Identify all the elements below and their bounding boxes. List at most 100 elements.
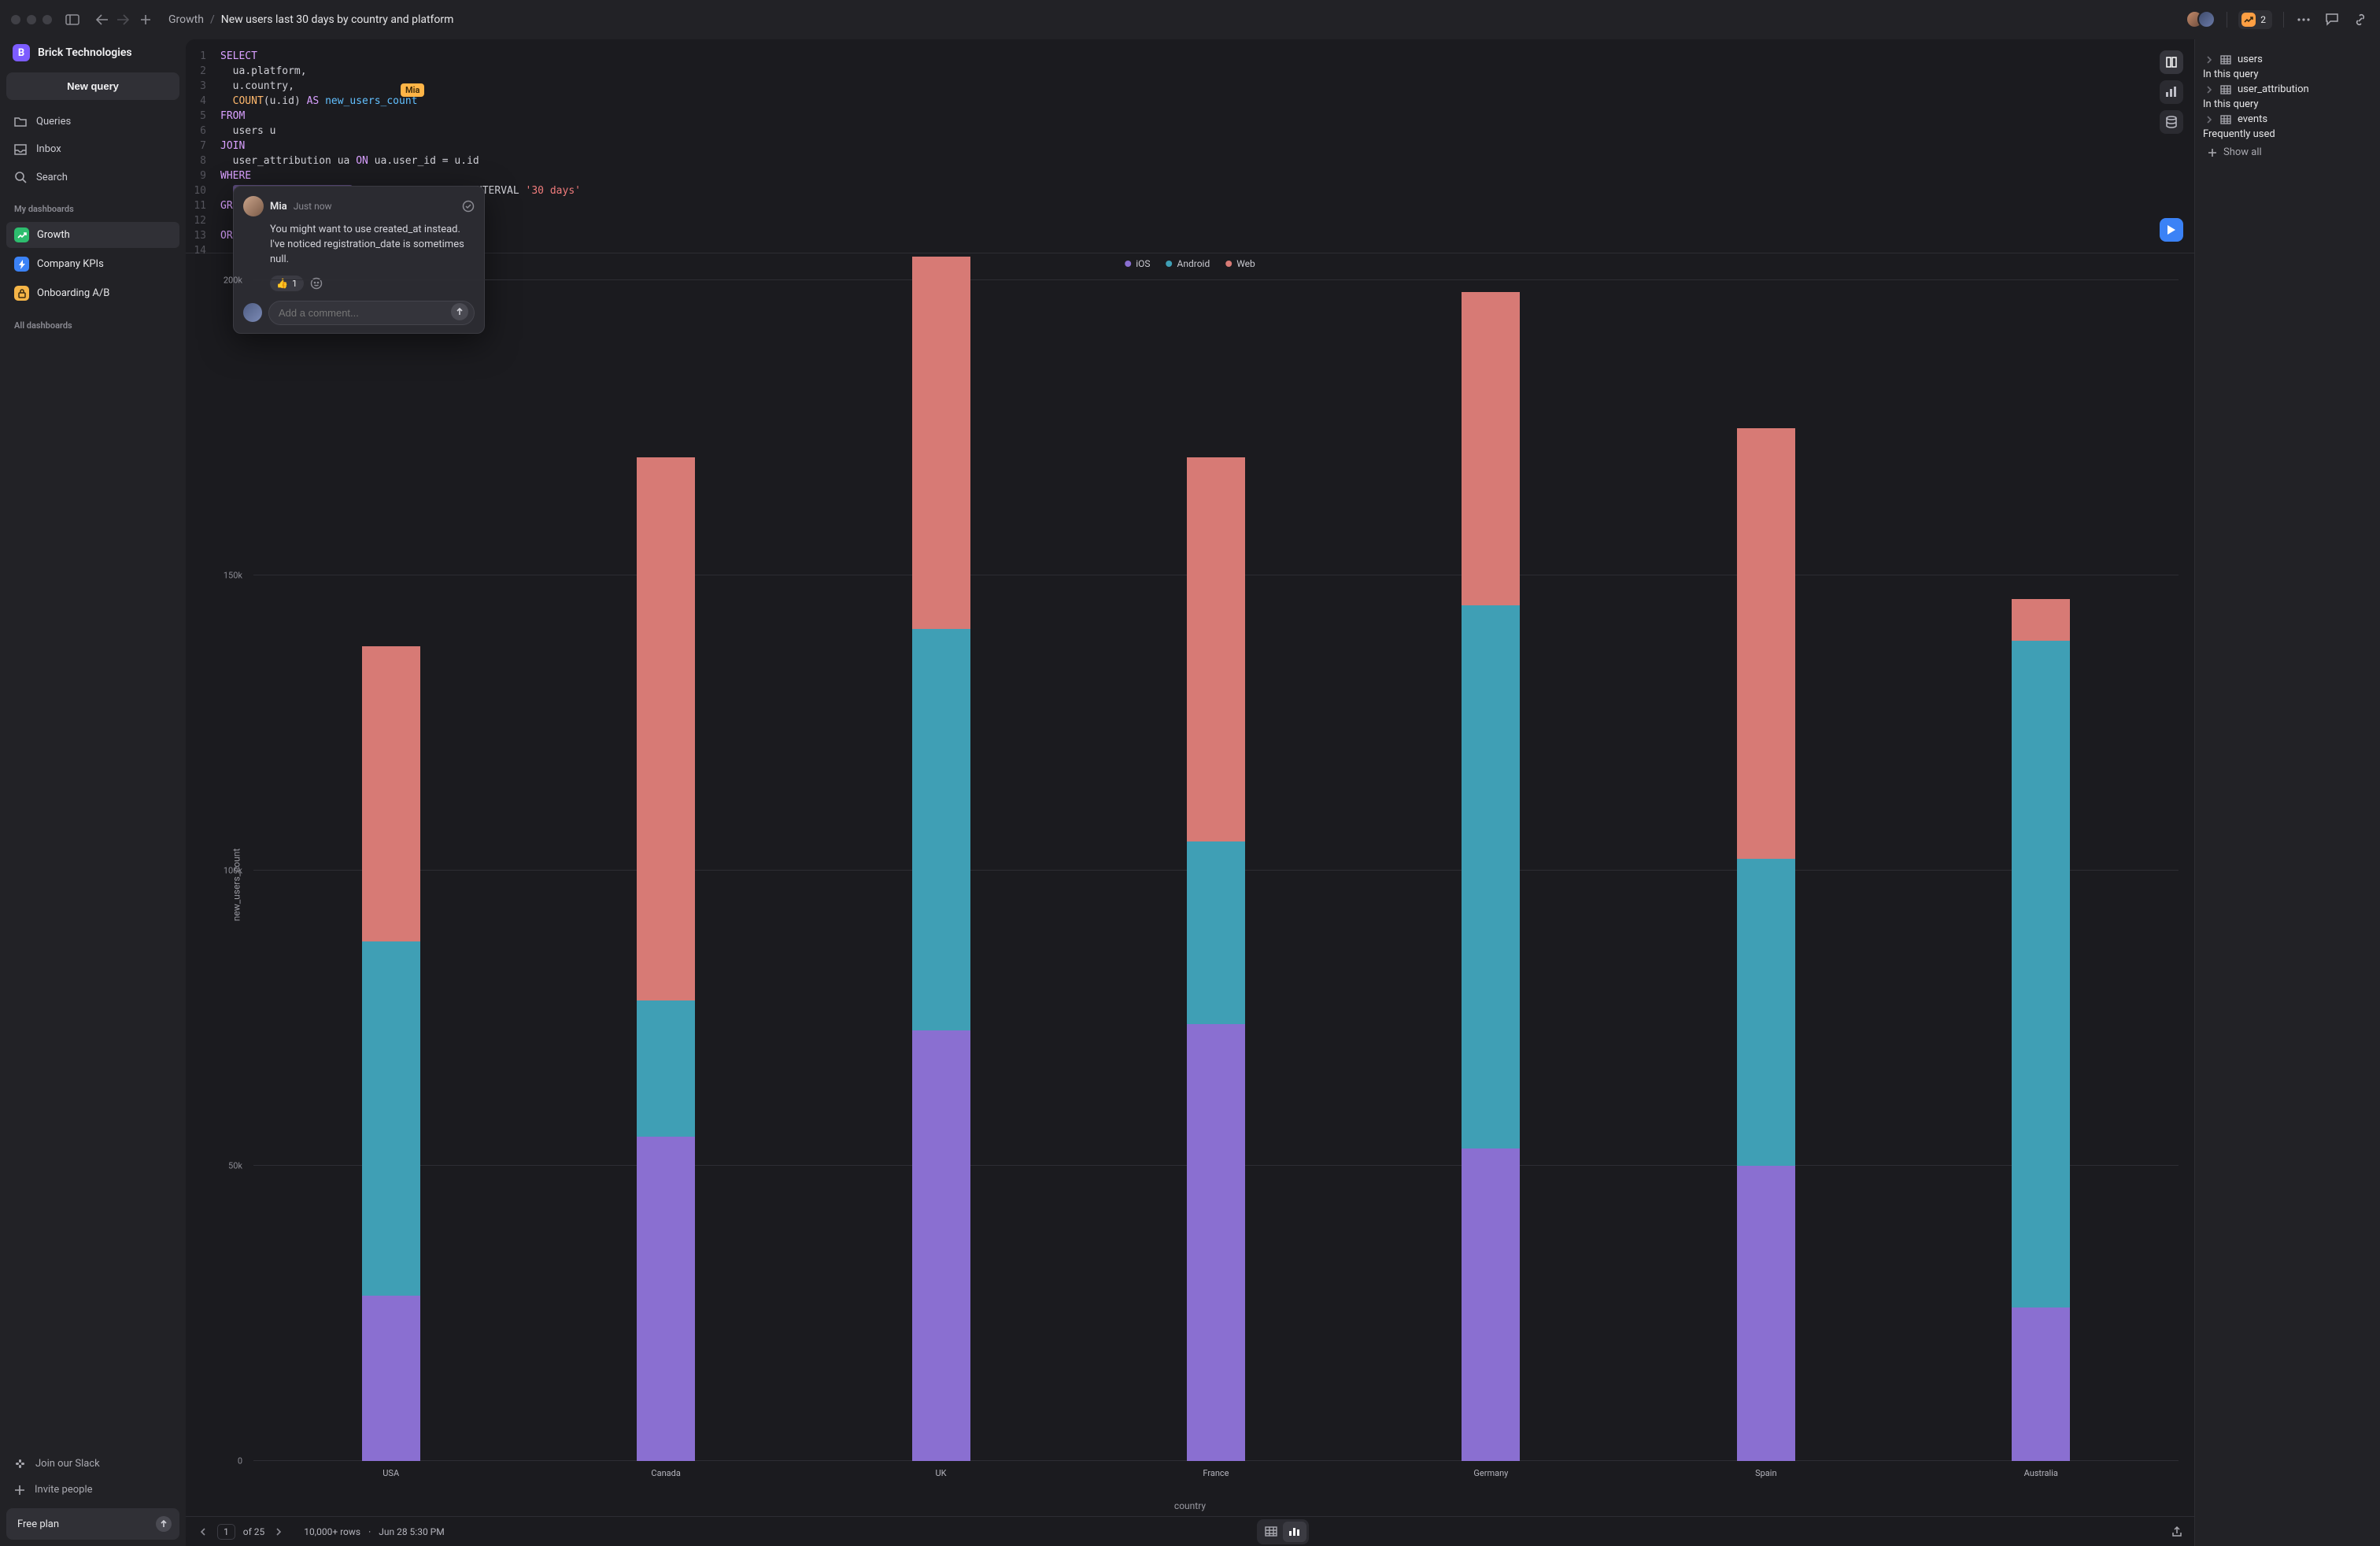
separator: · [368,1526,371,1537]
separator [2283,12,2284,28]
bar-segment-ios[interactable] [912,1030,970,1462]
bar-segment-ios[interactable] [1462,1148,1520,1462]
copy-link-button[interactable] [2352,11,2369,28]
bar-column[interactable]: USA [253,280,528,1461]
schema-table-name: user_attribution [2238,83,2309,95]
x-tick: Canada [651,1468,680,1478]
invite-people-button[interactable]: Invite people [6,1478,179,1502]
bar-segment-web[interactable] [362,646,420,941]
chevron-right-icon [2206,86,2214,94]
bar-column[interactable]: UK [804,280,1078,1461]
legend-item[interactable]: iOS [1125,258,1150,269]
comments-button[interactable] [2323,11,2341,28]
nav-arrows [96,14,129,25]
join-slack-button[interactable]: Join our Slack [6,1452,179,1476]
resolve-comment-button[interactable] [462,200,475,213]
schema-table-sub: In this query [2203,68,2372,80]
sidebar-dashboard-onboarding[interactable]: Onboarding A/B [6,280,179,306]
traffic-zoom[interactable] [42,15,52,24]
bar-column[interactable]: Germany [1354,280,1628,1461]
view-data-button[interactable] [2160,110,2183,134]
bar-segment-android[interactable] [1737,859,1795,1166]
bar-segment-web[interactable] [912,257,970,629]
bar-segment-android[interactable] [1462,605,1520,1148]
traffic-minimize[interactable] [27,15,36,24]
plan-pill[interactable]: Free plan [6,1508,179,1540]
bar-column[interactable]: Australia [1904,280,2179,1461]
bar-segment-android[interactable] [362,941,420,1296]
table-icon [2220,85,2231,94]
page-next-button[interactable] [272,1526,285,1537]
bar-segment-android[interactable] [912,629,970,1030]
workspace-switcher[interactable]: B Brick Technologies [6,39,179,69]
bar-segment-web[interactable] [2012,599,2070,641]
page-prev-button[interactable] [197,1526,209,1537]
legend-item[interactable]: Android [1166,258,1210,269]
bar-segment-web[interactable] [1187,457,1245,841]
sidebar-dashboard-label: Company KPIs [37,258,104,270]
bar-segment-android[interactable] [1187,841,1245,1025]
page-current[interactable]: 1 [217,1524,235,1540]
breadcrumb-parent[interactable]: Growth [168,13,204,26]
upgrade-icon [156,1516,172,1532]
bar-segment-ios[interactable] [637,1137,695,1462]
bar-segment-ios[interactable] [1187,1024,1245,1461]
schema-table-row[interactable]: user_attribution [2203,80,2372,98]
legend-swatch [1225,261,1232,267]
bar-column[interactable]: Spain [1628,280,1903,1461]
footer-label: Invite people [35,1484,93,1496]
presence-badge[interactable]: 2 [2238,10,2272,29]
avatar[interactable] [2197,10,2216,28]
avatar [243,196,264,216]
bar-segment-android[interactable] [637,1000,695,1137]
view-table-button[interactable] [1259,1522,1283,1542]
table-icon [2220,55,2231,65]
chart-panel: iOS Android Web new_users_count country … [186,253,2194,1516]
bar-column[interactable]: France [1078,280,1353,1461]
sql-editor[interactable]: 1234567891011121314 SELECT ua.platform, … [186,39,2194,253]
new-tab-button[interactable] [140,14,151,25]
sidebar-item-inbox[interactable]: Inbox [6,137,179,161]
sidebar-dashboard-growth[interactable]: Growth [6,222,179,248]
bar-segment-ios[interactable] [2012,1307,2070,1461]
sidebar-dashboard-company-kpis[interactable]: Company KPIs [6,251,179,277]
schema-table-row[interactable]: users [2203,50,2372,68]
chart-up-icon [14,227,29,242]
y-tick: 0 [186,1456,249,1466]
schema-table-row[interactable]: events [2203,110,2372,128]
bar-segment-ios[interactable] [362,1296,420,1461]
bar-segment-web[interactable] [1462,292,1520,605]
bolt-icon [14,257,29,272]
collaborator-avatars[interactable] [2186,10,2216,28]
share-button[interactable] [2171,1526,2183,1538]
traffic-close[interactable] [11,15,20,24]
new-query-button[interactable]: New query [6,72,179,100]
run-query-button[interactable] [2160,218,2183,242]
chart-legend: iOS Android Web [1125,258,1255,269]
presence-count: 2 [2260,14,2266,25]
toggle-sidebar-button[interactable] [63,10,82,29]
chevron-right-icon [2206,116,2214,124]
bar-column[interactable]: Canada [528,280,803,1461]
nav-forward-button[interactable] [116,14,129,25]
view-chart-button[interactable] [2160,80,2183,104]
workspace-name: Brick Technologies [38,46,132,59]
more-menu-button[interactable] [2295,11,2312,28]
bar-segment-android[interactable] [2012,641,2070,1308]
schema-panel: usersIn this query user_attributionIn th… [2194,39,2380,1546]
sidebar-item-search[interactable]: Search [6,165,179,190]
view-chart-button[interactable] [1283,1522,1306,1542]
bar-segment-ios[interactable] [1737,1166,1795,1461]
schema-show-all-button[interactable]: Show all [2203,140,2372,165]
sidebar-item-label: Inbox [36,143,61,155]
nav-back-button[interactable] [96,14,109,25]
view-docs-button[interactable] [2160,50,2183,74]
sidebar-section-header: My dashboards [6,193,179,219]
code-content[interactable]: SELECT ua.platform, u.country, COUNT(u.i… [186,39,2194,253]
bar-segment-web[interactable] [1737,428,1795,860]
legend-item[interactable]: Web [1225,258,1255,269]
sidebar-item-label: Search [36,172,68,183]
bar-segment-web[interactable] [637,457,695,1000]
sidebar-item-queries[interactable]: Queries [6,109,179,134]
collaborator-cursor-tag: Mia [401,83,424,97]
